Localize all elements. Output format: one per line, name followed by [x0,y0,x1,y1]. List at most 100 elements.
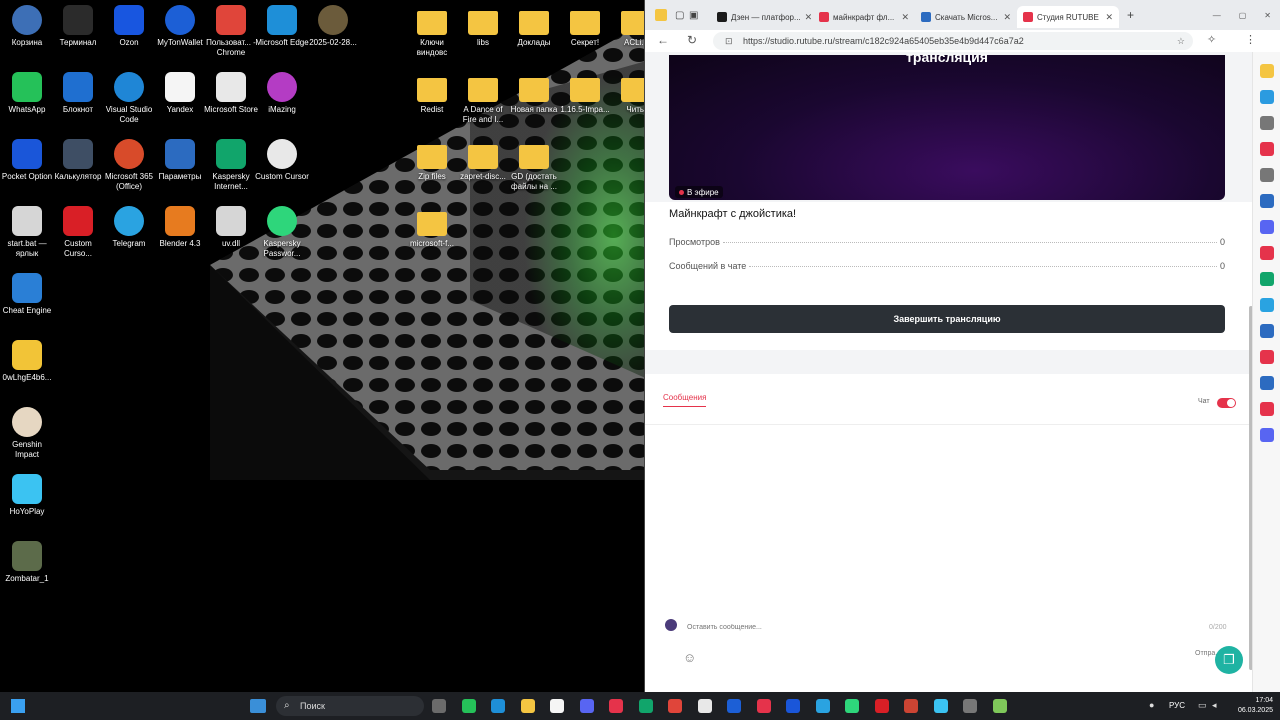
desktop-shortcut[interactable]: Microsoft 365 (Office) [102,139,156,205]
close-tab-icon[interactable]: ✕ [1105,12,1113,23]
network-icon[interactable]: ▭ [1198,700,1207,711]
desktop-shortcut[interactable]: 2025-02-28... [306,5,360,71]
desktop-shortcut[interactable]: Ozon [102,5,156,71]
taskbar-app-icon[interactable] [874,699,889,713]
desktop-shortcut[interactable]: Microsoft Edge [255,5,309,71]
desktop-folder[interactable]: microsoft-f... [405,206,459,272]
desktop-folder[interactable]: zapret-disc... [456,139,510,205]
url-field[interactable]: ⊡ https://studio.rutube.ru/stream/c182c9… [713,32,1193,50]
language-indicator[interactable]: РУС [1169,701,1185,710]
browser-tab[interactable]: Студия RUTUBE ✕ [1017,6,1119,28]
desktop-folder[interactable]: Ключи виндовс [405,5,459,71]
taskbar-app-icon[interactable] [668,699,682,713]
close-tab-icon[interactable]: ✕ [1003,12,1011,23]
sidebar-app-icon[interactable] [1260,142,1274,156]
taskbar-app-icon[interactable] [609,699,623,713]
reload-button[interactable]: ↻ [687,33,697,47]
desktop-shortcut[interactable]: Custom Cursor [255,139,309,205]
sidebar-app-icon[interactable] [1260,246,1274,260]
desktop-shortcut[interactable]: Корзина [0,5,54,71]
sidebar-app-icon[interactable] [1260,168,1274,182]
taskbar-app-icon[interactable] [520,699,535,713]
desktop-shortcut[interactable]: WhatsApp [0,72,54,138]
sidebar-app-icon[interactable] [1260,428,1274,442]
taskbar-app-icon[interactable] [786,699,800,713]
desktop-shortcut[interactable]: iMazing [255,72,309,138]
desktop-shortcut[interactable]: Microsoft Store [204,72,258,138]
desktop-shortcut[interactable]: Yandex [153,72,207,138]
sidebar-app-icon[interactable] [1260,350,1274,364]
desktop-folder[interactable]: A Dance of Fire and I... [456,72,510,138]
microphone-icon[interactable]: ● [1149,700,1154,710]
workspaces-icon[interactable]: ▢ [675,10,689,21]
end-stream-button[interactable]: Завершить трансляцию [669,305,1225,333]
desktop-folder[interactable]: 1.16.5-Impa... [558,72,612,138]
taskbar-search[interactable]: ⌕ Поиск [276,696,424,716]
menu-icon[interactable]: ⋮ [1245,33,1256,46]
desktop-folder[interactable]: GD (достать файлы на ... [507,139,561,205]
bookmark-star-icon[interactable]: ☆ [1177,36,1185,47]
sidebar-app-icon[interactable] [1260,194,1274,208]
desktop-shortcut[interactable]: MyTonWallet [153,5,207,71]
close-tab-icon[interactable]: ✕ [805,12,813,23]
desktop-shortcut[interactable]: Blender 4.3 [153,206,207,272]
sidebar-app-icon[interactable] [1260,220,1274,234]
taskbar-app-icon[interactable] [992,699,1007,713]
sidebar-app-icon[interactable] [1260,90,1274,104]
sidebar-app-icon[interactable] [1260,402,1274,416]
tab-messages[interactable]: Сообщения [663,393,707,407]
sidebar-app-icon[interactable] [1260,298,1274,312]
taskbar-app-icon[interactable] [697,699,712,713]
close-window-button[interactable]: ✕ [1264,11,1271,20]
chat-bubble-icon[interactable]: ❐ [1215,646,1243,674]
desktop-folder[interactable]: Доклады [507,5,561,71]
taskbar-app-icon[interactable] [756,699,771,713]
message-input[interactable] [687,620,1235,634]
taskbar-app-icon[interactable] [933,699,948,713]
close-tab-icon[interactable]: ✕ [901,12,909,23]
taskbar-app-icon[interactable] [432,699,446,713]
sidebar-app-icon[interactable] [1260,116,1274,130]
taskbar-app-icon[interactable] [579,699,594,713]
emoji-icon[interactable]: ☺ [683,650,696,665]
desktop-shortcut[interactable]: Zombatar_1 [0,541,54,607]
maximize-button[interactable]: ▢ [1239,11,1247,20]
desktop-shortcut[interactable]: Терминал [51,5,105,71]
sidebar-app-icon[interactable] [1260,272,1274,286]
desktop-shortcut[interactable]: Калькулятор [51,139,105,205]
desktop-folder[interactable]: Секрет! [558,5,612,71]
desktop-shortcut[interactable]: Параметры [153,139,207,205]
desktop-shortcut[interactable]: Visual Studio Code [102,72,156,138]
desktop-folder[interactable]: Новая папка [507,72,561,138]
sidebar-app-icon[interactable] [1260,64,1274,78]
start-icon[interactable] [11,699,25,713]
site-info-icon[interactable]: ⊡ [725,36,733,47]
desktop-shortcut[interactable]: Блокнот [51,72,105,138]
desktop-folder[interactable]: Redist [405,72,459,138]
taskbar-app-icon[interactable] [845,699,859,713]
taskbar-app-icon[interactable] [727,699,741,713]
taskbar-app-icon[interactable] [904,699,918,713]
desktop-shortcut[interactable]: Custom Curso... [51,206,105,272]
desktop-folder[interactable]: Zip files [405,139,459,205]
desktop-shortcut[interactable]: Telegram [102,206,156,272]
browser-tab[interactable]: Скачать Micros... ✕ [915,6,1017,28]
browser-tab[interactable]: майнкрафт фл... ✕ [813,6,915,28]
desktop-shortcut[interactable]: Пользоват... - Chrome [204,5,258,71]
taskbar-app-icon[interactable] [491,699,505,713]
desktop-shortcut[interactable]: Cheat Engine [0,273,54,339]
sidebar-app-icon[interactable] [1260,376,1274,390]
stream-preview[interactable]: трансляция В эфире [669,52,1225,200]
desktop-shortcut[interactable]: 0wLhgE4b6... [0,340,54,406]
taskbar-app-icon[interactable] [815,699,830,713]
back-button[interactable]: ← [657,33,669,47]
sidebar-app-icon[interactable] [1260,324,1274,338]
favorites-icon[interactable]: ✧ [1207,33,1216,46]
desktop-shortcut[interactable]: start.bat — ярлык [0,206,54,272]
desktop-shortcut[interactable]: uv.dll [204,206,258,272]
tab-actions-icon[interactable]: ▣ [689,10,711,21]
desktop-shortcut[interactable]: Pocket Option [0,139,54,205]
desktop-folder[interactable]: libs [456,5,510,71]
taskbar-app-icon[interactable] [550,699,564,713]
taskbar-app-icon[interactable] [461,699,476,713]
